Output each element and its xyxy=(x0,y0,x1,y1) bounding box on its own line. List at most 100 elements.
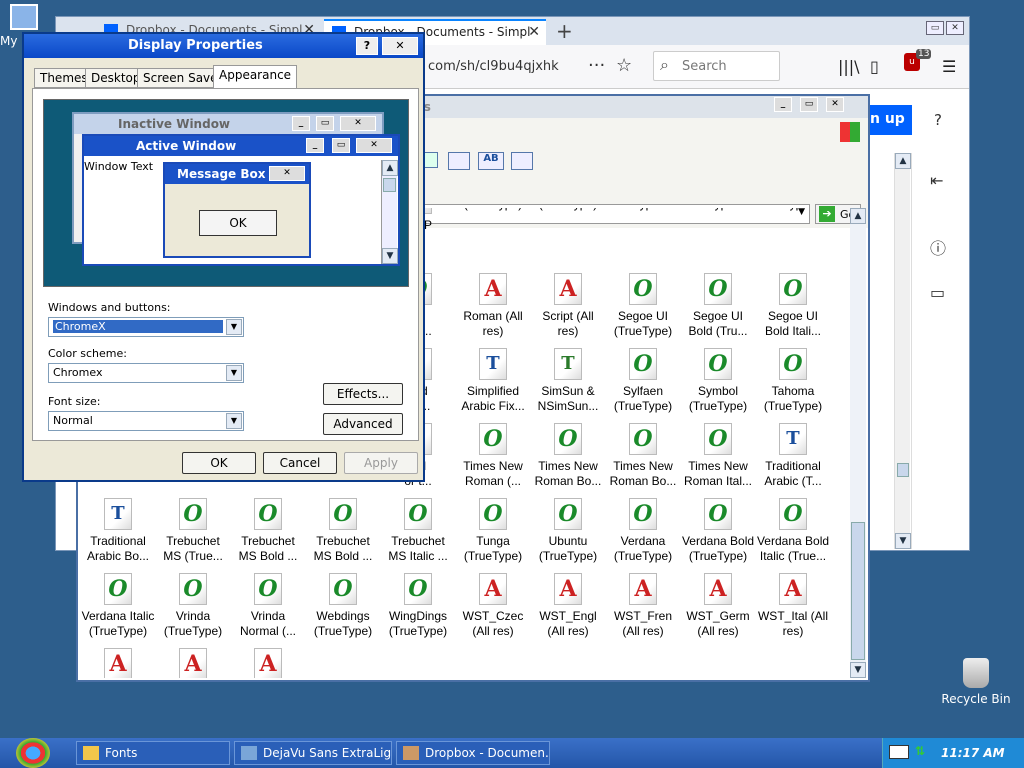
appearance-preview: Inactive Window _ ▭ ✕ Active Window _ ▭ … xyxy=(43,99,409,287)
font-item[interactable]: T SimSun & NSimSun... xyxy=(530,348,606,414)
network-icon[interactable]: ⇅ xyxy=(915,744,931,762)
new-tab-icon[interactable]: + xyxy=(556,19,573,43)
font-item[interactable]: O Segoe UI (TrueType) xyxy=(605,273,681,339)
clock[interactable]: 11:17 AM xyxy=(941,746,1005,760)
taskbar-item-dropbox[interactable]: Dropbox - Documen... xyxy=(396,741,550,765)
menu-icon[interactable]: ☰ xyxy=(942,57,956,76)
desktop-recycle-bin[interactable]: Recycle Bin xyxy=(938,658,1014,706)
font-item[interactable]: O Times New Roman (... xyxy=(455,423,531,489)
maximize-icon[interactable]: ▭ xyxy=(800,97,818,112)
font-item[interactable]: T Traditional Arabic (T... xyxy=(755,423,831,489)
font-item[interactable]: T Simplified Arabic Fix... xyxy=(455,348,531,414)
start-button[interactable] xyxy=(16,738,50,768)
collapse-icon[interactable]: ⇤ xyxy=(930,171,943,190)
font-item[interactable]: T Traditional Arabic Bo... xyxy=(80,498,156,564)
chevron-down-icon[interactable]: ▼ xyxy=(226,413,242,429)
large-icons-view-icon[interactable] xyxy=(448,152,470,170)
font-item[interactable]: O Webdings (TrueType) xyxy=(305,573,381,639)
apply-button[interactable]: Apply xyxy=(344,452,418,474)
cancel-button[interactable]: Cancel xyxy=(263,452,337,474)
font-item[interactable]: O Vrinda Normal (... xyxy=(230,573,306,639)
details-view-icon[interactable] xyxy=(511,152,533,170)
close-icon[interactable]: ✕ xyxy=(826,97,844,112)
windows-buttons-select[interactable]: ChromeX ▼ xyxy=(48,317,244,337)
font-item[interactable]: AWST_Span xyxy=(80,648,156,678)
font-item[interactable]: A Script (All res) xyxy=(530,273,606,339)
font-item[interactable]: Palatino Linotype ... xyxy=(755,208,831,212)
font-item[interactable]: A WST_Germ (All res) xyxy=(680,573,756,639)
signup-button[interactable]: n up xyxy=(864,105,912,135)
font-item[interactable]: O Verdana (TrueType) xyxy=(605,498,681,564)
taskbar-label: Fonts xyxy=(105,746,138,760)
bookmark-star-icon[interactable]: ☆ xyxy=(616,55,632,76)
font-item[interactable]: O Trebuchet MS Bold ... xyxy=(305,498,381,564)
advanced-button[interactable]: Advanced xyxy=(323,413,403,435)
font-item[interactable]: O Verdana Bold Italic (True... xyxy=(755,498,831,564)
font-item[interactable]: O WingDings (TrueType) xyxy=(380,573,456,639)
font-item[interactable]: O Times New Roman Bo... xyxy=(530,423,606,489)
font-item[interactable]: O Segoe UI Bold (Tru... xyxy=(680,273,756,339)
font-item[interactable]: A WST_Ital (All res) xyxy=(755,573,831,639)
restore-icon[interactable]: ▭ xyxy=(926,21,944,35)
search-input[interactable]: ⌕ Search xyxy=(653,51,780,81)
fonts-scrollbar[interactable]: ▲ ▼ xyxy=(850,208,866,678)
font-item[interactable]: O Sylfaen (TrueType) xyxy=(605,348,681,414)
scroll-thumb[interactable] xyxy=(897,463,909,477)
taskbar-item-fonts[interactable]: Fonts xyxy=(76,741,230,765)
scroll-up-icon[interactable]: ▲ xyxy=(850,208,866,224)
font-item[interactable]: O Verdana Bold (TrueType) xyxy=(680,498,756,564)
inactive-title-bar: Inactive Window _ ▭ ✕ xyxy=(74,114,382,134)
font-item[interactable]: Mv Boli (TrueType) xyxy=(455,208,531,212)
font-item[interactable]: AWST_Swed (All res) xyxy=(230,648,306,678)
font-item[interactable]: O Tunga (TrueType) xyxy=(455,498,531,564)
sidebar-icon[interactable]: ▯ xyxy=(870,57,879,76)
font-item[interactable]: Narkisim (TrueType) xyxy=(530,208,606,212)
font-item[interactable]: A WST_Engl (All res) xyxy=(530,573,606,639)
font-item[interactable]: O Vrinda (TrueType) xyxy=(155,573,231,639)
scroll-up-icon[interactable]: ▲ xyxy=(895,153,911,169)
font-item[interactable]: O Symbol (TrueType) xyxy=(680,348,756,414)
font-item[interactable]: O Trebuchet MS Bold ... xyxy=(230,498,306,564)
ok-button[interactable]: OK xyxy=(182,452,256,474)
tab-appearance[interactable]: Appearance xyxy=(213,65,298,89)
taskbar-item-dejavu[interactable]: DejaVu Sans ExtraLig... xyxy=(234,741,392,765)
font-item[interactable]: AWST_Span (All res) xyxy=(155,648,231,678)
font-item[interactable]: O Tahoma (TrueType) xyxy=(755,348,831,414)
font-item[interactable]: Palatino Linotype ... xyxy=(680,208,756,212)
comment-icon[interactable]: ▭ xyxy=(930,283,945,302)
font-item[interactable]: O Trebuchet MS Italic ... xyxy=(380,498,456,564)
view-icon[interactable] xyxy=(424,152,438,168)
close-tab-icon[interactable]: ✕ xyxy=(528,24,540,40)
library-icon[interactable]: |||\ xyxy=(838,57,860,76)
font-item[interactable]: O Times New Roman Bo... xyxy=(605,423,681,489)
font-item[interactable]: O Ubuntu (TrueType) xyxy=(530,498,606,564)
font-item[interactable]: A WST_Czec (All res) xyxy=(455,573,531,639)
help-icon[interactable]: ? xyxy=(356,37,378,55)
info-icon[interactable]: ⓘ xyxy=(930,235,946,259)
keyboard-icon[interactable] xyxy=(889,745,909,759)
close-icon[interactable]: ✕ xyxy=(382,37,418,55)
font-item[interactable]: O Segoe UI Bold Itali... xyxy=(755,273,831,339)
scroll-thumb[interactable] xyxy=(851,522,865,660)
scroll-down-icon[interactable]: ▼ xyxy=(850,662,866,678)
page-actions-icon[interactable]: ··· xyxy=(588,55,605,76)
font-item[interactable]: O Trebuchet MS (True... xyxy=(155,498,231,564)
list-view-icon[interactable]: AB xyxy=(478,152,504,170)
font-item-label: Roman (All res) xyxy=(463,309,523,338)
font-item[interactable]: O Times New Roman Ital... xyxy=(680,423,756,489)
effects-button[interactable]: Effects... xyxy=(323,383,403,405)
chevron-down-icon[interactable]: ▼ xyxy=(226,365,242,381)
scroll-down-icon[interactable]: ▼ xyxy=(895,533,911,549)
close-icon[interactable]: ✕ xyxy=(946,21,964,35)
chevron-down-icon[interactable]: ▼ xyxy=(226,319,242,335)
help-icon[interactable]: ? xyxy=(934,111,942,129)
font-size-select[interactable]: Normal ▼ xyxy=(48,411,244,431)
color-scheme-select[interactable]: Chromex ▼ xyxy=(48,363,244,383)
url-bar[interactable]: com/sh/cl9bu4qjxhk xyxy=(428,59,559,74)
font-item[interactable]: Palatino Linotype ... xyxy=(605,208,681,212)
font-item[interactable]: O Verdana Italic (TrueType) xyxy=(80,573,156,639)
font-item[interactable]: A Roman (All res) xyxy=(455,273,531,339)
font-item[interactable]: A WST_Fren (All res) xyxy=(605,573,681,639)
minimize-icon[interactable]: _ xyxy=(774,97,792,112)
browser-scrollbar[interactable]: ▲ ▼ xyxy=(894,153,911,549)
